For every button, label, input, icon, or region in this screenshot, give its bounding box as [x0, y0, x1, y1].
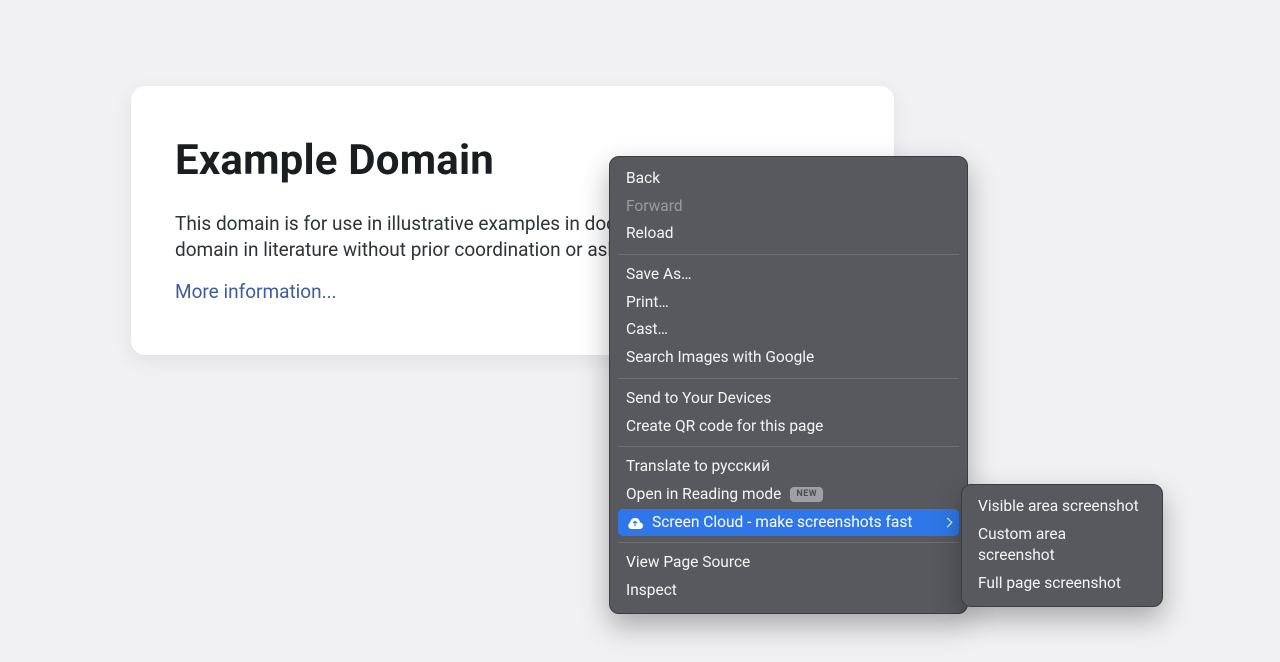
menu-item-create-qr[interactable]: Create QR code for this page — [618, 413, 959, 441]
menu-item-reload[interactable]: Reload — [618, 220, 959, 248]
menu-item-reading-mode[interactable]: Open in Reading mode New — [618, 481, 959, 509]
menu-item-label: Screen Cloud - make screenshots fast — [652, 512, 912, 534]
menu-item-print[interactable]: Print… — [618, 289, 959, 317]
menu-item-view-source[interactable]: View Page Source — [618, 549, 959, 577]
menu-item-screen-cloud[interactable]: Screen Cloud - make screenshots fast — [618, 509, 959, 537]
menu-item-translate[interactable]: Translate to русский — [618, 453, 959, 481]
menu-item-save-as[interactable]: Save As… — [618, 261, 959, 289]
chevron-right-icon — [943, 517, 953, 527]
submenu-item-visible-area[interactable]: Visible area screenshot — [970, 493, 1154, 521]
menu-item-send-devices[interactable]: Send to Your Devices — [618, 385, 959, 413]
submenu-item-custom-area[interactable]: Custom area screenshot — [970, 521, 1154, 570]
menu-separator — [618, 378, 959, 379]
menu-item-inspect[interactable]: Inspect — [618, 577, 959, 605]
menu-item-search-images[interactable]: Search Images with Google — [618, 344, 959, 372]
menu-separator — [618, 254, 959, 255]
cloud-upload-icon — [626, 513, 644, 531]
more-information-link[interactable]: More information... — [175, 280, 337, 303]
menu-item-back[interactable]: Back — [618, 165, 959, 193]
context-menu: Back Forward Reload Save As… Print… Cast… — [609, 156, 968, 614]
context-submenu: Visible area screenshot Custom area scre… — [961, 484, 1163, 607]
menu-item-cast[interactable]: Cast… — [618, 316, 959, 344]
menu-item-forward: Forward — [618, 193, 959, 221]
menu-item-label: Open in Reading mode — [626, 484, 781, 506]
new-badge: New — [790, 487, 823, 502]
submenu-item-full-page[interactable]: Full page screenshot — [970, 570, 1154, 598]
menu-separator — [618, 446, 959, 447]
menu-separator — [618, 542, 959, 543]
